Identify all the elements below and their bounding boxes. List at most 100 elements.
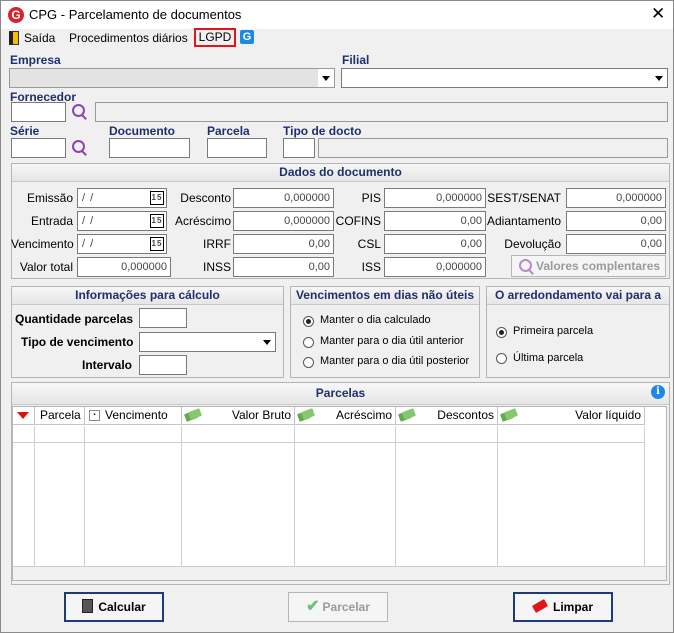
emissao-date-input[interactable]: / / 15 [77,188,167,208]
tipo-docto-desc-field [318,138,668,158]
col-acrescimo[interactable]: Acréscimo [295,407,396,425]
radio-manter-dia-calculado[interactable] [303,316,314,327]
menu-procedimentos-diarios[interactable]: Procedimentos diários [69,31,188,45]
intervalo-label: Intervalo [82,358,133,372]
emissao-value: / / [82,192,95,204]
acrescimo-label: Acréscimo [174,214,231,228]
irrf-input[interactable]: 0,00 [233,234,334,254]
parcelar-button[interactable]: ✔ Parcelar [288,592,388,622]
cofins-label: COFINS [335,214,381,228]
table-cell[interactable] [295,426,396,443]
irrf-label: IRRF [203,237,231,251]
horizontal-scrollbar[interactable] [13,566,666,580]
grid-column-line [35,443,85,566]
qtd-parcelas-label: Quantidade parcelas [15,312,134,326]
qtd-parcelas-input[interactable] [139,308,187,328]
empresa-label: Empresa [10,53,61,67]
dia-util-posterior-label[interactable]: Manter para o dia útil posterior [320,355,469,367]
entrada-date-input[interactable]: / / 15 [77,211,167,231]
table-cell[interactable] [498,426,645,443]
chevron-down-icon[interactable] [651,69,667,87]
serie-search-icon[interactable] [71,139,89,157]
intervalo-input[interactable] [139,355,187,375]
close-icon[interactable]: ✕ [651,5,665,22]
tipo-docto-label: Tipo de docto [283,124,362,138]
calendar-icon[interactable]: 15 [150,214,164,228]
devolucao-input[interactable]: 0,00 [566,234,666,254]
iss-input[interactable]: 0,000000 [384,257,486,277]
grid-column-line [85,443,182,566]
vencimento-date-input[interactable]: / / 15 [77,234,167,254]
grid-column-line [396,443,498,566]
col-vencimento[interactable]: ▪ Vencimento [85,407,182,425]
desconto-label: Desconto [180,191,231,205]
radio-ultima-parcela[interactable] [496,353,507,364]
table-cell[interactable] [85,426,182,443]
menu-saida[interactable]: Saída [24,31,55,45]
col-parcela[interactable]: Parcela [35,407,85,425]
help-g-icon[interactable]: G [240,30,254,44]
money-icon [298,410,314,422]
calendar-icon[interactable]: 15 [150,237,164,251]
pis-input[interactable]: 0,000000 [384,188,486,208]
col-valor-liquido[interactable]: Valor líquido [498,407,645,425]
desconto-input[interactable]: 0,000000 [233,188,334,208]
empresa-select[interactable] [9,68,335,88]
adiantamento-input[interactable]: 0,00 [566,211,666,231]
radio-dia-util-anterior[interactable] [303,337,314,348]
filial-label: Filial [342,53,370,67]
documento-input[interactable] [109,138,190,158]
csl-input[interactable]: 0,00 [384,234,486,254]
iss-label: ISS [361,260,381,274]
ultima-parcela-label[interactable]: Última parcela [513,352,583,364]
chevron-down-icon[interactable] [259,333,275,351]
app-logo-icon: G [8,7,24,23]
money-icon [501,410,517,422]
filial-select[interactable] [341,68,668,88]
col-descontos[interactable]: Descontos [396,407,498,425]
tipo-docto-input[interactable] [283,138,315,158]
tipo-vencimento-select[interactable] [139,332,276,352]
col-descontos-label: Descontos [437,408,494,422]
radio-primeira-parcela[interactable] [496,327,507,338]
radio-dia-util-posterior[interactable] [303,357,314,368]
sort-header[interactable] [13,407,35,425]
grid-column-line [182,443,295,566]
col-valor-bruto-label: Valor Bruto [231,408,291,422]
dia-util-anterior-label[interactable]: Manter para o dia útil anterior [320,335,464,347]
dados-documento-title: Dados do documento [12,164,669,182]
calculo-title: Informações para cálculo [12,287,283,305]
manter-dia-calculado-label[interactable]: Manter o dia calculado [320,314,431,326]
parcela-input[interactable] [207,138,267,158]
search-icon [518,258,536,276]
calcular-button[interactable]: Calcular [64,592,164,622]
fornecedor-search-icon[interactable] [71,103,89,121]
parcelas-title: Parcelas [12,383,669,405]
parcela-label: Parcela [207,124,250,138]
menu-lgpd[interactable]: LGPD [194,28,236,47]
grid-column-line [13,443,35,566]
table-cell[interactable] [35,426,85,443]
info-icon[interactable]: i [651,385,665,399]
col-valor-bruto[interactable]: Valor Bruto [182,407,295,425]
sest-senat-input[interactable]: 0,000000 [566,188,666,208]
calendar-icon[interactable]: 15 [150,191,164,205]
window-title: CPG - Parcelamento de documentos [29,7,242,22]
inss-input[interactable]: 0,00 [233,257,334,277]
primeira-parcela-label[interactable]: Primeira parcela [513,325,593,337]
devolucao-label: Devolução [504,237,561,251]
eraser-icon [531,599,549,613]
table-cell[interactable] [182,426,295,443]
serie-input[interactable] [11,138,66,158]
table-cell[interactable] [396,426,498,443]
cofins-input[interactable]: 0,00 [384,211,486,231]
limpar-button[interactable]: Limpar [513,592,613,622]
chevron-down-icon[interactable] [318,69,334,87]
valores-complementares-button[interactable]: Valores complentares [511,255,666,277]
check-icon: ✔ [306,598,320,615]
fornecedor-code-input[interactable] [11,102,66,122]
valor-total-input[interactable]: 0,000000 [77,257,171,277]
grid-column-line [295,443,396,566]
acrescimo-input[interactable]: 0,000000 [233,211,334,231]
parcelas-grid[interactable]: Parcela ▪ Vencimento Valor Bruto Acrésci… [12,406,667,581]
